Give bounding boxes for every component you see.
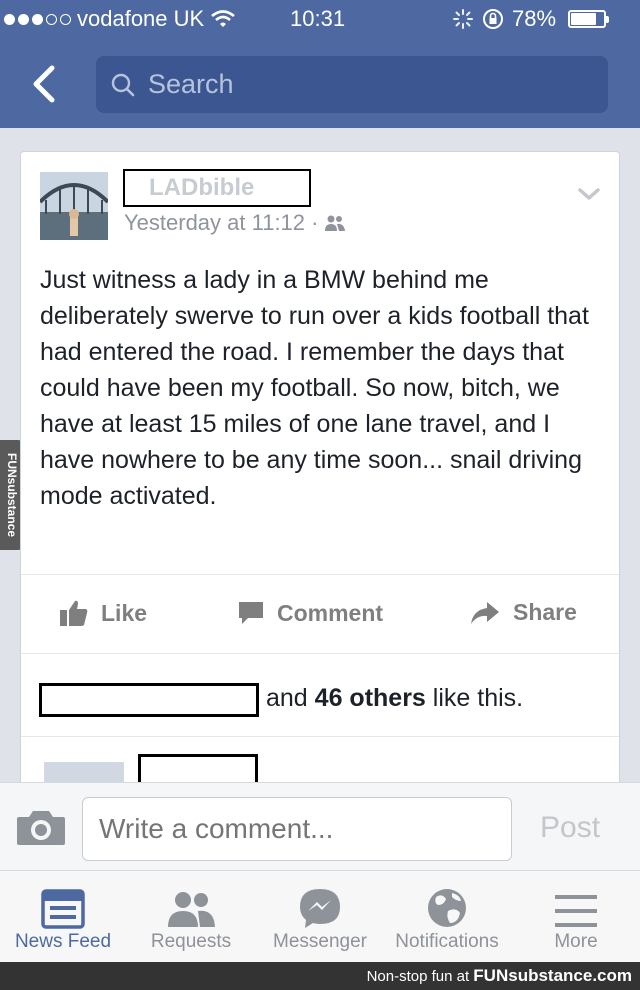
tab-bar: News Feed Requests Messenger Notificatio…	[0, 870, 640, 962]
battery-percent: 78%	[512, 6, 557, 31]
tab-label: News Feed	[14, 931, 112, 952]
likes-prefix: and	[266, 684, 308, 712]
comment-bubble-icon	[239, 602, 263, 624]
back-arrow-icon[interactable]	[26, 62, 66, 106]
watermark-text: Non-stop fun at	[366, 968, 470, 985]
share-label: Share	[513, 599, 577, 625]
globe-icon	[428, 889, 466, 927]
battery-fill	[571, 13, 596, 25]
post-meta: Yesterday at 11:12 ·	[124, 210, 346, 236]
avatar-photo	[40, 172, 108, 240]
liker-name-redacted[interactable]	[39, 683, 259, 717]
author-name: LADbible	[149, 174, 255, 201]
tab-label: Notifications	[395, 931, 499, 952]
post-actions: Like Comment Share	[21, 574, 619, 654]
likes-suffix: like this.	[432, 684, 524, 712]
status-bar: vodafone UK 10:31 78%	[0, 0, 640, 40]
tab-news-feed[interactable]: News Feed	[4, 871, 122, 963]
like-button[interactable]: Like	[59, 599, 147, 627]
wifi-icon	[211, 10, 236, 27]
signal-strength-icon	[4, 13, 71, 25]
thumbs-up-icon	[60, 600, 88, 626]
clock: 10:31	[290, 6, 346, 31]
watermark-brand: FUNsubstance.com	[473, 966, 632, 985]
battery-icon	[568, 10, 610, 28]
like-label: Like	[101, 599, 148, 626]
comment-button[interactable]: Comment	[237, 599, 383, 627]
post-card: LADbible Yesterday at 11:12 · Just witne…	[20, 151, 620, 791]
likes-summary: and 46 others like this.	[21, 655, 619, 737]
likes-count: 46 others	[314, 684, 426, 712]
author-avatar[interactable]	[40, 172, 108, 240]
search-bar[interactable]: Search	[96, 56, 608, 113]
tab-notifications[interactable]: Notifications	[384, 871, 510, 963]
comment-composer: Post	[0, 782, 640, 870]
post-button[interactable]: Post	[540, 811, 600, 845]
chevron-down-icon[interactable]	[577, 186, 601, 202]
likes-text[interactable]: and 46 others like this.	[266, 684, 523, 713]
search-icon	[111, 73, 135, 96]
tab-label: Requests	[150, 931, 232, 952]
news-feed-icon	[41, 889, 85, 929]
tab-messenger[interactable]: Messenger	[262, 871, 378, 963]
tab-label: Messenger	[273, 931, 367, 952]
share-button[interactable]: Share	[469, 599, 577, 626]
tab-requests[interactable]: Requests	[136, 871, 246, 963]
post-body: Just witness a lady in a BMW behind me d…	[40, 266, 589, 510]
friends-audience-icon	[325, 215, 346, 231]
menu-icon	[555, 895, 597, 927]
activity-spinner-icon	[453, 9, 473, 29]
tab-label: More	[554, 931, 598, 952]
comment-input[interactable]	[82, 797, 512, 861]
status-right: 78%	[452, 6, 610, 32]
top-bar: vodafone UK 10:31 78% Search	[0, 0, 640, 128]
tab-more[interactable]: More	[530, 871, 622, 963]
carrier-name: vodafone UK	[77, 6, 205, 31]
search-placeholder: Search	[148, 69, 234, 99]
watermark-bar: Non-stop fun at FUNsubstance.com	[0, 962, 640, 990]
messenger-icon	[300, 889, 340, 928]
author-name-redacted[interactable]: LADbible	[123, 169, 311, 207]
carrier: vodafone UK	[4, 6, 236, 32]
camera-icon[interactable]	[15, 807, 67, 847]
orientation-lock-icon	[483, 9, 503, 29]
friends-icon	[168, 892, 215, 927]
post-timestamp[interactable]: Yesterday at 11:12 ·	[124, 210, 318, 236]
comment-label: Comment	[277, 599, 384, 626]
share-arrow-icon	[471, 601, 499, 624]
